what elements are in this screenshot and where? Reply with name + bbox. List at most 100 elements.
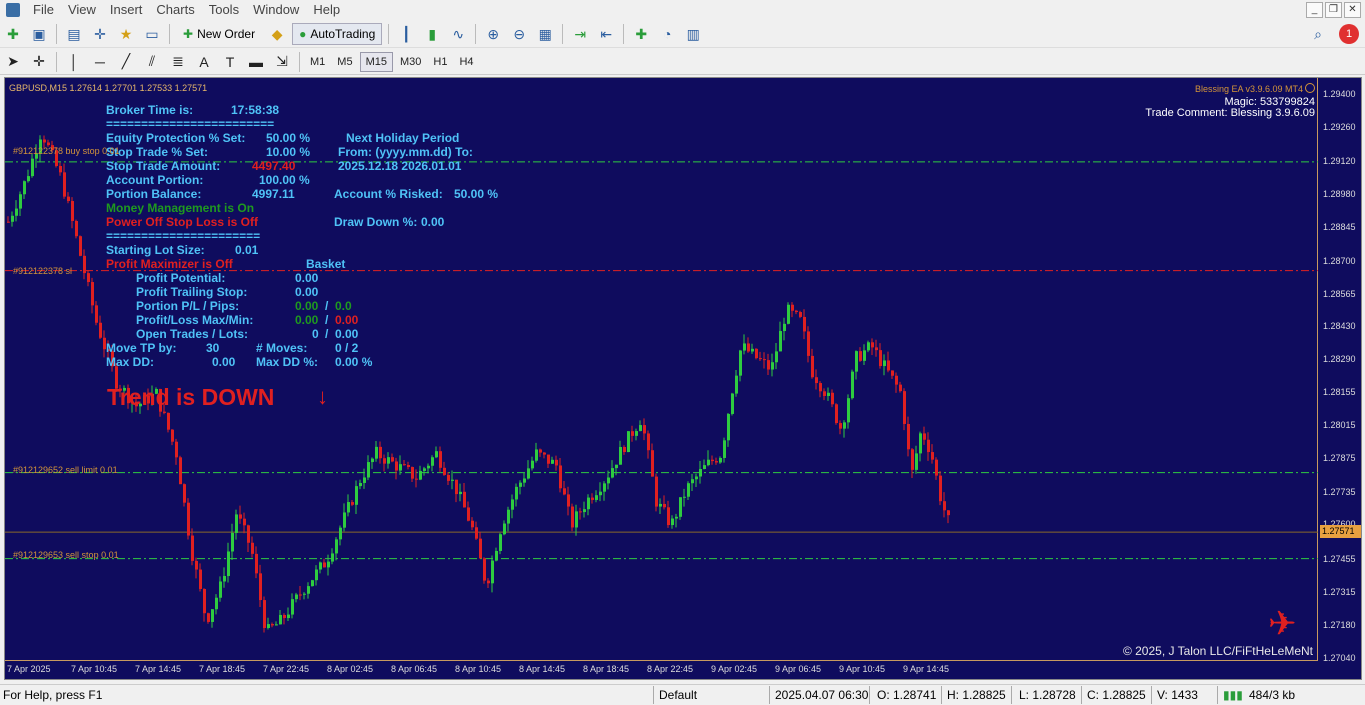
- rectangle-icon[interactable]: ▬: [245, 51, 267, 73]
- candle-body: [503, 523, 506, 535]
- stop-trade-pct-label: Stop Trade % Set:: [106, 145, 209, 159]
- candle-body: [263, 600, 266, 628]
- new-chart-icon[interactable]: ✚: [2, 23, 24, 45]
- chart-shift-icon[interactable]: ⇤: [595, 23, 617, 45]
- candle-body: [675, 516, 678, 519]
- channel-icon[interactable]: ⫽: [141, 51, 163, 73]
- candle-body: [487, 580, 490, 584]
- time-tick-label: 8 Apr 06:45: [391, 664, 438, 674]
- crosshair-icon[interactable]: ✛: [28, 51, 50, 73]
- notifications-icon[interactable]: 1: [1339, 24, 1359, 44]
- periods-icon[interactable]: ◔: [656, 23, 678, 45]
- minimize-icon[interactable]: _: [1306, 2, 1323, 18]
- candle-body: [731, 393, 734, 414]
- candle-body: [195, 560, 198, 570]
- candle-body: [339, 527, 342, 540]
- fibonacci-icon[interactable]: ≣: [167, 51, 189, 73]
- horizontal-line-icon[interactable]: ─: [89, 51, 111, 73]
- candle-body: [363, 477, 366, 483]
- cursor-icon[interactable]: ➤: [2, 51, 24, 73]
- timeframe-m1[interactable]: M1: [305, 52, 330, 72]
- arrows-icon[interactable]: ⇲: [271, 51, 293, 73]
- close-icon[interactable]: ✕: [1344, 2, 1361, 18]
- candle-body: [171, 429, 174, 442]
- indicators-icon[interactable]: ✚: [630, 23, 652, 45]
- candle-body: [239, 514, 242, 519]
- candle-body: [683, 496, 686, 498]
- menu-insert[interactable]: Insert: [103, 0, 150, 20]
- candlestick-icon[interactable]: ▮: [421, 23, 443, 45]
- new-order-button[interactable]: ✚ New Order: [176, 23, 262, 45]
- timeframe-h1[interactable]: H1: [428, 52, 452, 72]
- vertical-line-icon[interactable]: │: [63, 51, 85, 73]
- profiles-icon[interactable]: ▣: [28, 23, 50, 45]
- chart-window[interactable]: GBPUSD,M15 1.27614 1.27701 1.27533 1.275…: [4, 77, 1362, 680]
- pl-maxmin-slash: /: [325, 313, 329, 327]
- trendline-icon[interactable]: ╱: [115, 51, 137, 73]
- candle-body: [803, 316, 806, 332]
- candle-body: [691, 479, 694, 484]
- price-tick-label: 1.28700: [1323, 256, 1356, 267]
- status-profile: Default: [659, 688, 698, 702]
- line-chart-icon[interactable]: ∿: [447, 23, 469, 45]
- menu-charts[interactable]: Charts: [149, 0, 201, 20]
- status-traffic: 484/3 kb: [1249, 688, 1296, 702]
- candle-body: [695, 476, 698, 480]
- autotrading-button[interactable]: ● AutoTrading: [292, 23, 383, 45]
- menu-tools[interactable]: Tools: [202, 0, 246, 20]
- timeframe-m5[interactable]: M5: [332, 52, 357, 72]
- zoom-in-icon[interactable]: ⊕: [482, 23, 504, 45]
- drawdown-label: Draw Down %:: [334, 215, 418, 229]
- terminal-icon[interactable]: ▭: [141, 23, 163, 45]
- timeframe-h4[interactable]: H4: [454, 52, 478, 72]
- timeframe-m30[interactable]: M30: [395, 52, 426, 72]
- candle-body: [79, 236, 82, 256]
- autoscroll-icon[interactable]: ⇥: [569, 23, 591, 45]
- equity-label: Equity Protection % Set:: [106, 131, 246, 145]
- candle-body: [259, 573, 262, 601]
- candle-body: [71, 201, 74, 221]
- candle-body: [99, 322, 102, 338]
- candle-body: [251, 542, 254, 554]
- max-dd-label: Max DD:: [106, 355, 155, 369]
- text-icon[interactable]: A: [193, 51, 215, 73]
- candle-body: [475, 527, 478, 539]
- profit-maximizer-status: Profit Maximizer is Off: [106, 257, 233, 271]
- candle-body: [847, 398, 850, 423]
- broker-time-label: Broker Time is:: [106, 103, 194, 117]
- menu-file[interactable]: File: [26, 0, 61, 20]
- data-window-icon[interactable]: ✛: [89, 23, 111, 45]
- templates-icon[interactable]: ▥: [682, 23, 704, 45]
- basket-header: Basket: [306, 257, 346, 271]
- bar-chart-icon[interactable]: ┃: [395, 23, 417, 45]
- zoom-out-icon[interactable]: ⊖: [508, 23, 530, 45]
- navigator-icon[interactable]: ★: [115, 23, 137, 45]
- restore-icon[interactable]: ❐: [1325, 2, 1342, 18]
- candle-body: [579, 511, 582, 513]
- candle-body: [887, 360, 890, 371]
- menu-window[interactable]: Window: [246, 0, 306, 20]
- start-lot-label: Starting Lot Size:: [106, 243, 205, 257]
- connection-bars-icon: ▮▮▮: [1223, 688, 1243, 702]
- menu-view[interactable]: View: [61, 0, 103, 20]
- order-label-sell-limit: #912129652 sell limit 0.01: [13, 465, 118, 475]
- market-watch-icon[interactable]: ▤: [63, 23, 85, 45]
- candle-body: [327, 561, 330, 568]
- search-icon[interactable]: ⌕: [1307, 23, 1329, 45]
- tile-windows-icon[interactable]: ▦: [534, 23, 556, 45]
- metaeditor-icon[interactable]: ◆: [266, 23, 288, 45]
- candle-body: [227, 551, 230, 577]
- drawdown-value: 0.00: [421, 215, 445, 229]
- menu-help[interactable]: Help: [306, 0, 347, 20]
- chart-plot-area[interactable]: GBPUSD,M15 1.27614 1.27701 1.27533 1.275…: [5, 78, 1318, 661]
- text-label-icon[interactable]: T: [219, 51, 241, 73]
- timeframe-m15[interactable]: M15: [359, 51, 393, 72]
- candle-body: [415, 478, 418, 480]
- candle-body: [307, 586, 310, 594]
- candle-body: [895, 375, 898, 385]
- profit-potential-value: 0.00: [295, 271, 319, 285]
- moves-label: # Moves:: [256, 341, 308, 355]
- airplane-icon: ✈: [1268, 605, 1297, 643]
- candle-body: [763, 359, 766, 361]
- pl-min-value: 0.00: [335, 313, 359, 327]
